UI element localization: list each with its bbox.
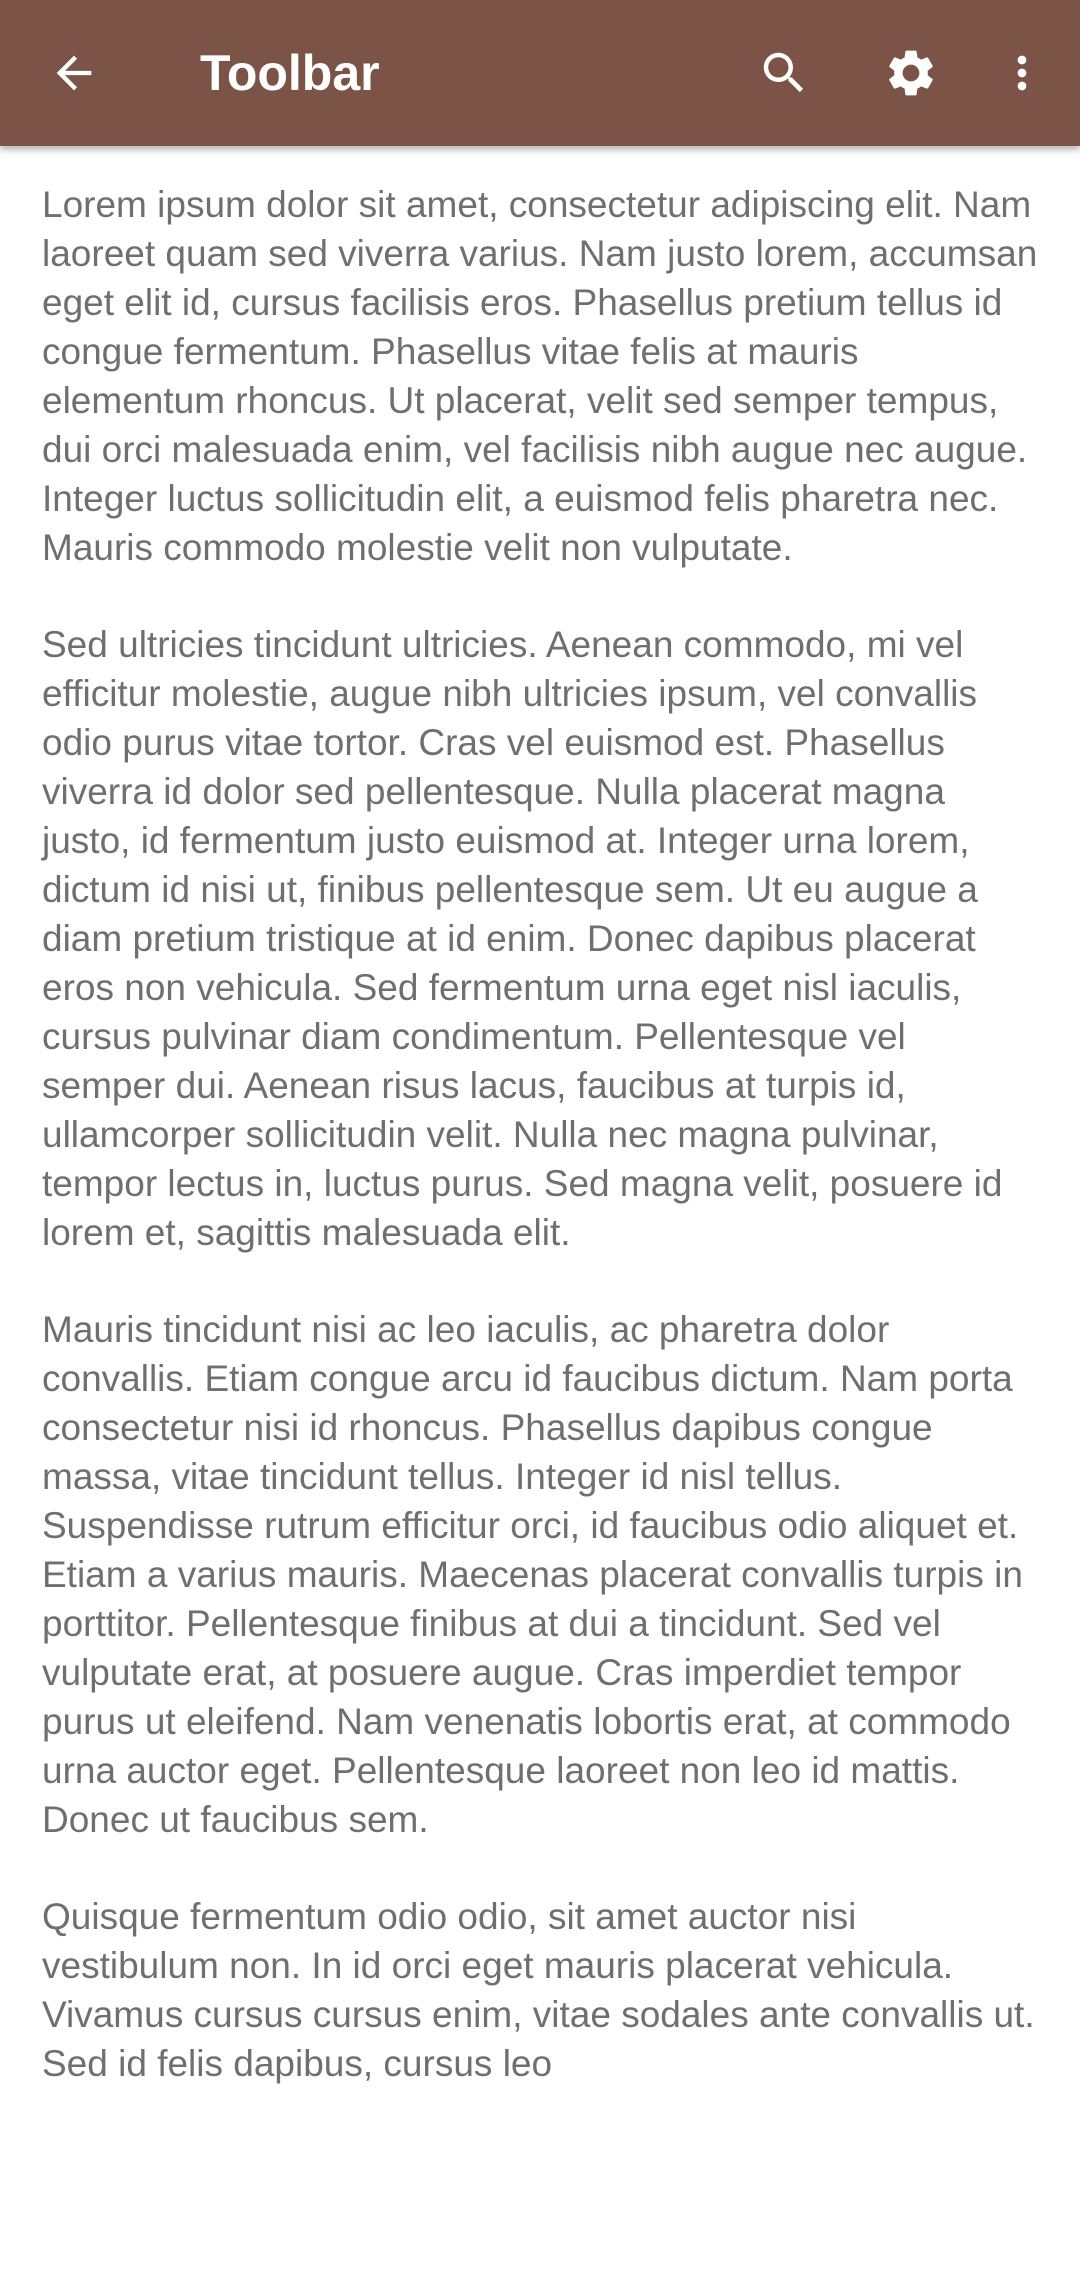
gear-icon xyxy=(883,45,939,101)
overflow-menu-button[interactable] xyxy=(970,21,1074,125)
toolbar-title: Toolbar xyxy=(200,45,380,101)
more-vert-icon xyxy=(996,47,1048,99)
paragraph: Lorem ipsum dolor sit amet, consectetur … xyxy=(42,184,1038,568)
arrow-back-icon xyxy=(48,47,100,99)
scroll-content[interactable]: Lorem ipsum dolor sit amet, consectetur … xyxy=(0,146,1080,2274)
settings-button[interactable] xyxy=(859,21,963,125)
search-button[interactable] xyxy=(732,21,836,125)
top-app-bar: Toolbar xyxy=(0,0,1080,146)
paragraph: Quisque fermentum odio odio, sit amet au… xyxy=(42,1896,1035,2084)
paragraph: Sed ultricies tincidunt ultricies. Aenea… xyxy=(42,624,1003,1253)
back-button[interactable] xyxy=(22,21,126,125)
search-icon xyxy=(757,46,811,100)
paragraph: Mauris tincidunt nisi ac leo iaculis, ac… xyxy=(42,1309,1023,1840)
